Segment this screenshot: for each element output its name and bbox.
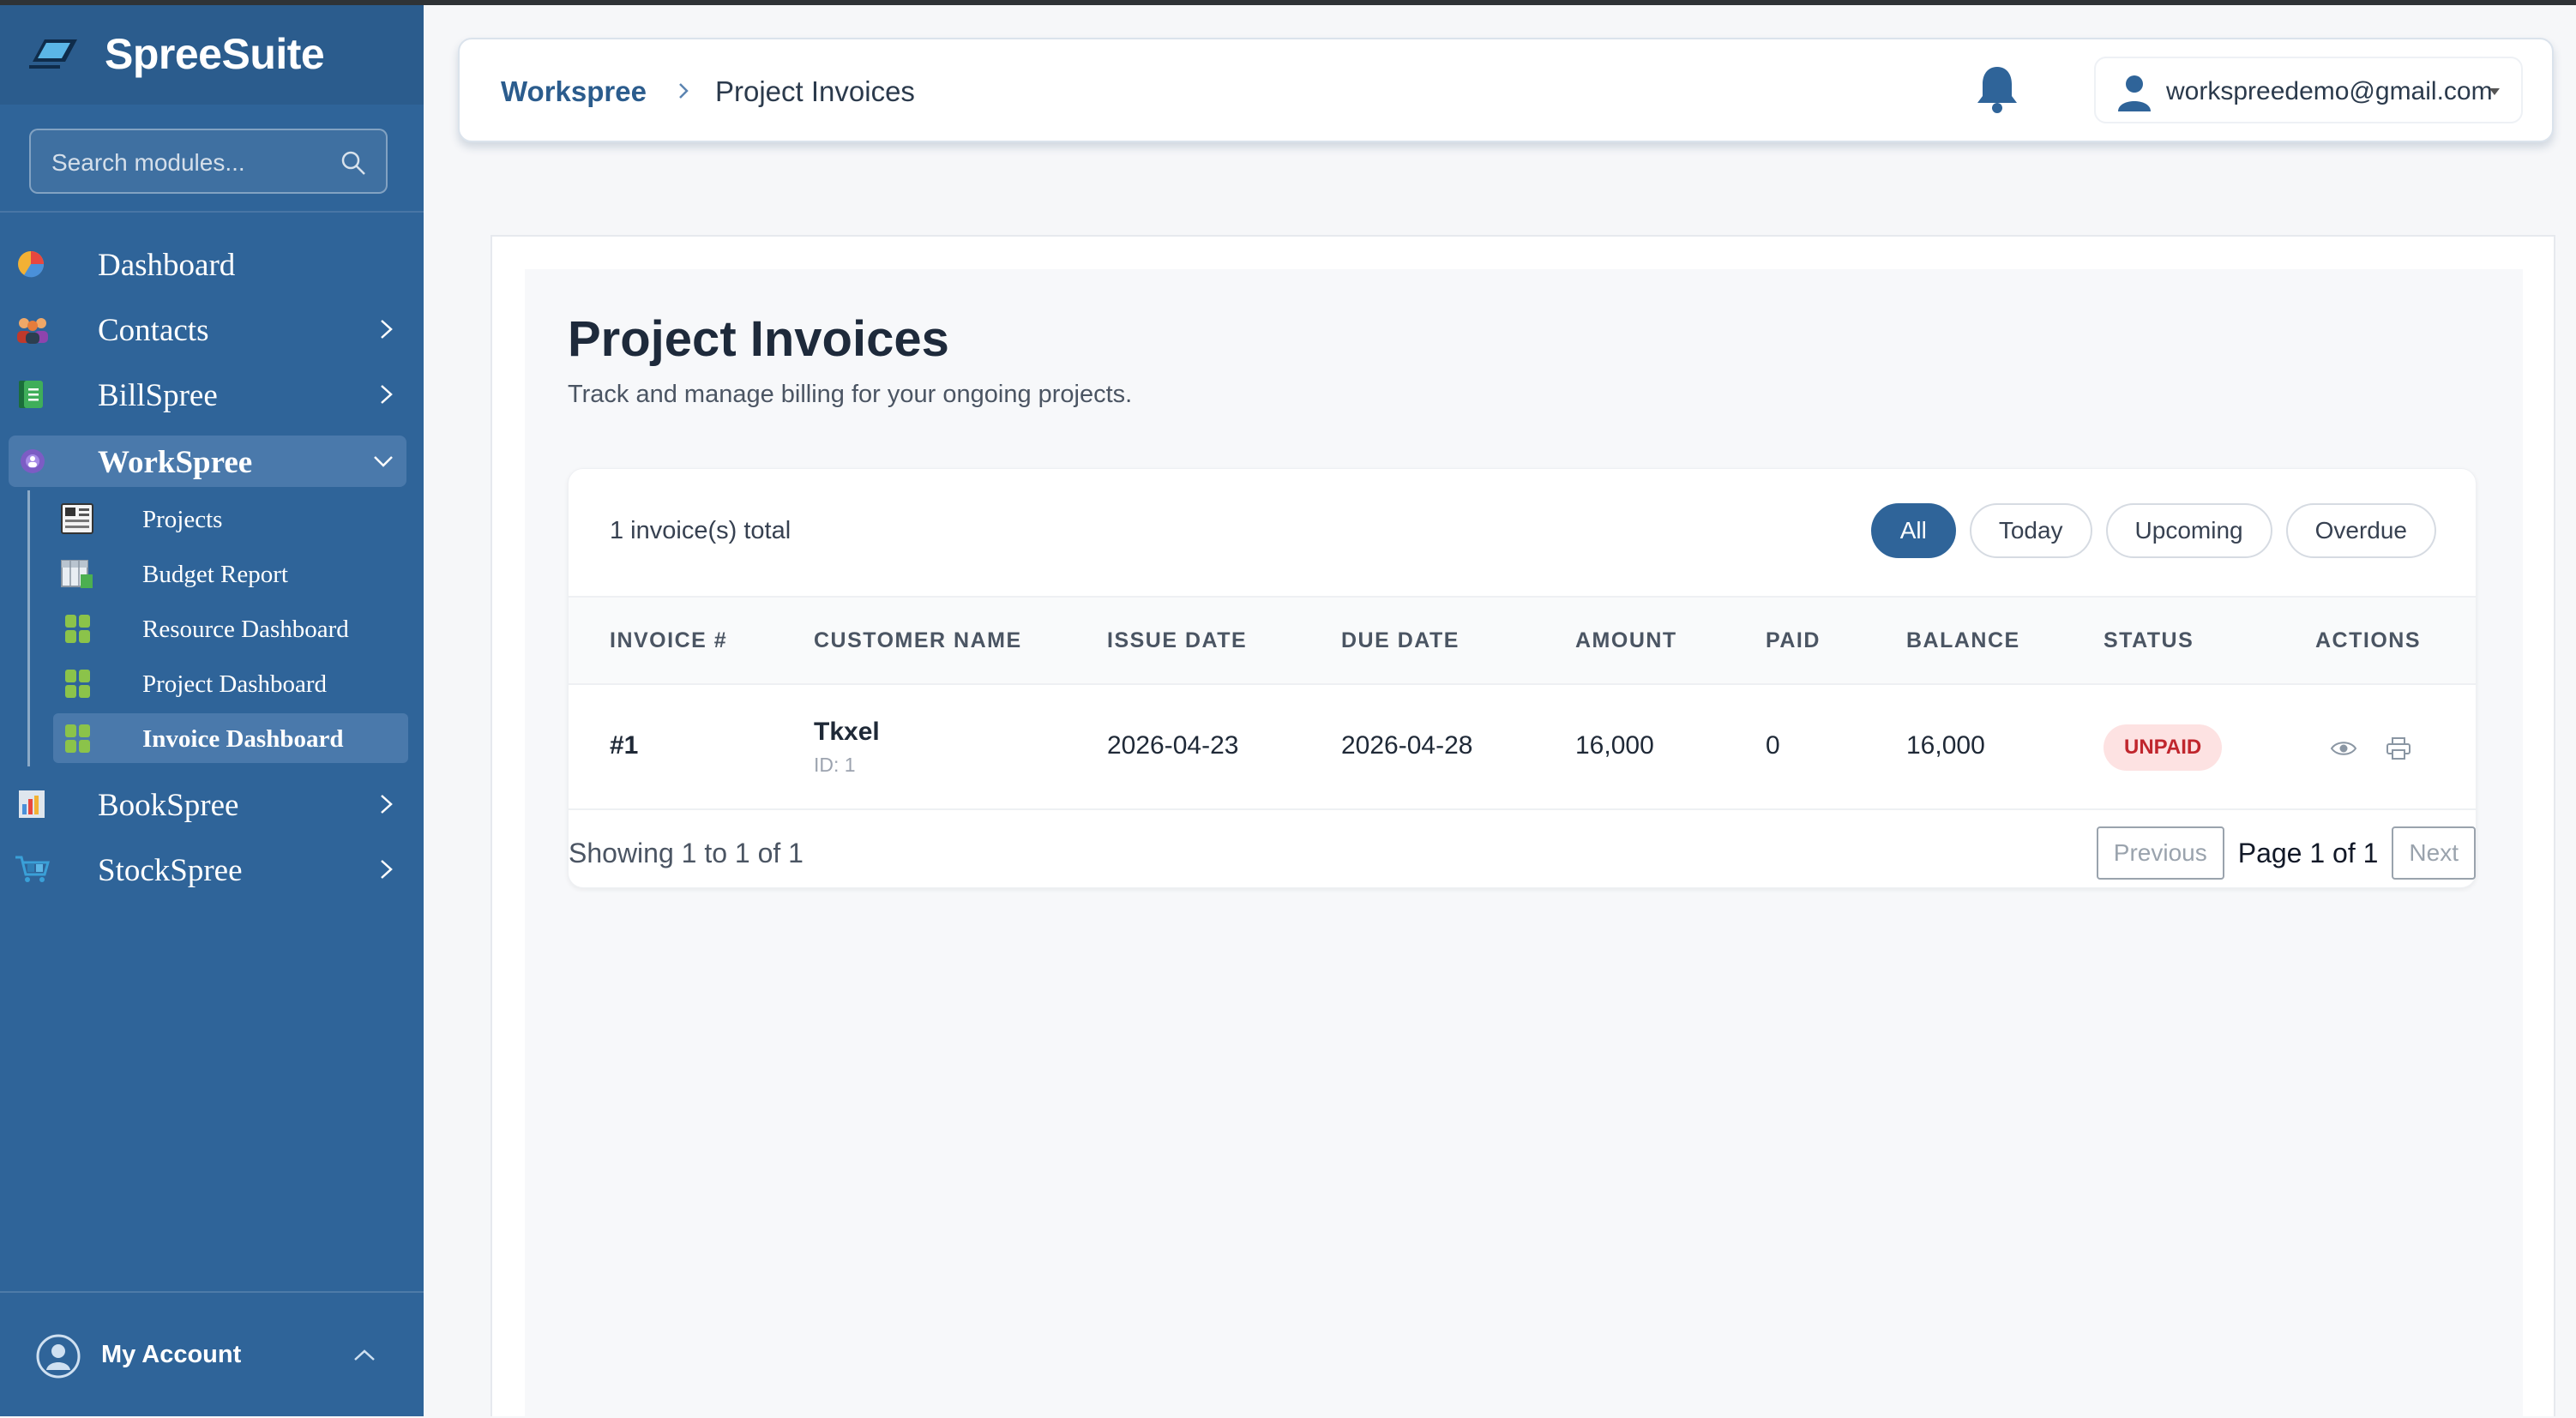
pie-chart-icon (18, 251, 45, 278)
customer-name: Tkxel (814, 718, 880, 746)
showing-summary: Showing 1 to 1 of 1 (569, 838, 803, 868)
sidebar-subitem-label: Invoice Dashboard (142, 725, 344, 753)
sidebar-subitem-label: Resource Dashboard (142, 616, 349, 643)
notification-bell-icon[interactable] (1972, 63, 2022, 117)
previous-page-button[interactable]: Previous (2096, 826, 2224, 880)
invoices-card: 1 invoice(s) total All Today Upcoming Ov… (568, 468, 2477, 888)
column-header: STATUS (2104, 628, 2194, 652)
column-header: DUE DATE (1341, 628, 1460, 652)
sidebar-subitem-project-dashboard[interactable]: Project Dashboard (53, 658, 408, 708)
chevron-right-icon (381, 320, 393, 339)
view-eye-icon[interactable] (2330, 736, 2357, 760)
paid: 0 (1766, 731, 1780, 760)
column-header: PAID (1766, 628, 1821, 652)
sidebar-item-billspree[interactable]: BillSpree (9, 369, 406, 420)
issue-date: 2026-04-23 (1107, 731, 1239, 760)
chevron-up-icon (354, 1349, 375, 1361)
grid-icon (65, 670, 90, 698)
due-date: 2026-04-28 (1341, 731, 1473, 760)
page-subtitle: Track and manage billing for your ongoin… (568, 381, 1133, 408)
my-account-label: My Account (101, 1341, 242, 1368)
sidebar-item-label: Contacts (98, 313, 209, 348)
people-icon (17, 318, 48, 344)
brand-header: SpreeSuite (0, 5, 424, 105)
sidebar-item-stockspree[interactable]: StockSpree (9, 844, 406, 895)
chevron-right-icon (381, 385, 393, 404)
grid-icon (65, 724, 90, 753)
print-icon[interactable] (2385, 736, 2412, 760)
user-email: workspreedemo@gmail.com (2166, 77, 2493, 105)
filter-overdue-button[interactable]: Overdue (2285, 503, 2436, 558)
sidebar-item-label: Dashboard (98, 248, 236, 283)
gear-group-icon (21, 449, 45, 473)
content-panel: Project Invoices Track and manage billin… (525, 269, 2523, 1418)
filter-upcoming-button[interactable]: Upcoming (2105, 503, 2272, 558)
column-header: ISSUE DATE (1107, 628, 1248, 652)
top-header: Workspree Project Invoices workspreedemo… (458, 38, 2554, 142)
page-title: Project Invoices (568, 311, 949, 367)
column-header: ACTIONS (2315, 628, 2421, 652)
pagination: Previous Page 1 of 1 Next (2096, 826, 2476, 880)
column-header: INVOICE # (610, 628, 728, 652)
main-content: Project Invoices Track and manage billin… (491, 235, 2555, 1418)
chevron-right-icon (381, 860, 393, 879)
amount: 16,000 (1575, 731, 1654, 760)
grid-icon (65, 615, 90, 643)
breadcrumb-current: Project Invoices (715, 75, 915, 107)
ledger-icon (19, 790, 45, 818)
sidebar: SpreeSuite Search modules... Dashboard C… (0, 5, 424, 1416)
sidebar-subitem-invoice-dashboard[interactable]: Invoice Dashboard (53, 713, 408, 763)
sidebar-subitem-label: Budget Report (142, 561, 288, 588)
document-icon (19, 381, 43, 408)
clipboard-icon (61, 503, 93, 534)
search-modules-input[interactable]: Search modules... (29, 129, 388, 194)
user-menu-dropdown[interactable]: workspreedemo@gmail.com (2094, 57, 2523, 123)
table-row[interactable]: #1 Tkxel ID: 1 2026-04-23 2026-04-28 16,… (569, 685, 2476, 810)
search-icon (341, 151, 365, 175)
sidebar-subitem-label: Projects (142, 506, 223, 533)
sidebar-divider (0, 211, 424, 213)
table-header: INVOICE # CUSTOMER NAME ISSUE DATE DUE D… (569, 596, 2476, 685)
sidebar-item-contacts[interactable]: Contacts (9, 303, 406, 355)
sidebar-subitem-projects[interactable]: Projects (53, 494, 408, 544)
customer-id: ID: 1 (814, 754, 856, 776)
page-info: Page 1 of 1 (2237, 837, 2379, 868)
user-icon (2118, 75, 2151, 111)
column-header: BALANCE (1906, 628, 2020, 652)
sidebar-item-label: BillSpree (98, 378, 218, 413)
sidebar-item-label: BookSpree (98, 788, 239, 823)
sidebar-item-workspree[interactable]: WorkSpree (9, 436, 406, 487)
next-page-button[interactable]: Next (2392, 826, 2476, 880)
filter-pills: All Today Upcoming Overdue (1870, 503, 2436, 562)
status-badge: UNPAID (2104, 724, 2223, 771)
filter-all-button[interactable]: All (1870, 503, 1956, 558)
balance: 16,000 (1906, 731, 1985, 760)
filter-today-button[interactable]: Today (1969, 503, 2092, 558)
caret-down-icon (2489, 88, 2500, 95)
spreadsheet-icon (61, 560, 93, 588)
my-account-button[interactable]: My Account (0, 1291, 424, 1418)
search-placeholder: Search modules... (51, 149, 245, 176)
breadcrumb-chevron-icon (679, 83, 689, 99)
brand-logo-icon (29, 39, 77, 69)
sidebar-subitem-budget-report[interactable]: Budget Report (53, 549, 408, 598)
invoice-count: 1 invoice(s) total (610, 517, 791, 544)
cart-icon (15, 856, 50, 882)
column-header: CUSTOMER NAME (814, 628, 1022, 652)
chevron-down-icon (374, 456, 393, 467)
sidebar-subitem-resource-dashboard[interactable]: Resource Dashboard (53, 604, 408, 653)
column-header: AMOUNT (1575, 628, 1677, 652)
chevron-right-icon (381, 795, 393, 814)
sidebar-item-bookspree[interactable]: BookSpree (9, 778, 406, 830)
sidebar-item-dashboard[interactable]: Dashboard (9, 238, 406, 290)
sidebar-subitem-label: Project Dashboard (142, 670, 328, 698)
submenu-guide-line (27, 490, 30, 766)
breadcrumb-root-link[interactable]: Workspree (501, 75, 647, 108)
sidebar-item-label: StockSpree (98, 853, 243, 888)
invoice-number[interactable]: #1 (610, 731, 638, 760)
user-avatar-icon (36, 1334, 81, 1379)
brand-name: SpreeSuite (105, 30, 325, 78)
sidebar-item-label: WorkSpree (98, 445, 253, 480)
